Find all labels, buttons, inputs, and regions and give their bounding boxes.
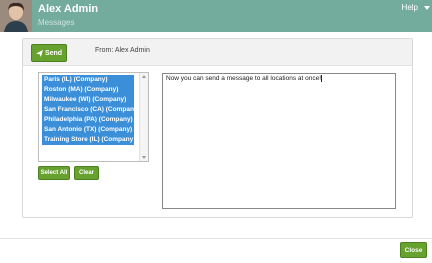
list-item[interactable]: Milwaukee (WI) (Company) xyxy=(42,95,134,105)
list-item[interactable]: Philadelphia (PA) (Company) xyxy=(42,115,134,125)
user-name: Alex Admin xyxy=(38,3,99,15)
send-button-label: Send xyxy=(44,49,63,57)
avatar xyxy=(0,0,32,32)
list-item[interactable]: Paris (IL) (Company) xyxy=(42,75,134,85)
help-link[interactable]: Help xyxy=(402,3,418,12)
message-text: Now you can send a message to all locati… xyxy=(166,75,322,83)
list-item[interactable]: Roston (MA) (Company) xyxy=(42,85,134,95)
app-header: Alex Admin Messages Help xyxy=(0,0,432,32)
scroll-up-icon[interactable] xyxy=(142,75,146,78)
message-card: Send From: Alex Admin Paris (IL) (Compan… xyxy=(22,38,413,218)
list-item[interactable]: San Antonio (TX) (Company) xyxy=(42,125,134,135)
dialog-footer: Close xyxy=(0,238,432,263)
send-button[interactable]: Send xyxy=(31,44,67,62)
from-label: From: Alex Admin xyxy=(95,47,150,54)
card-toolbar: Send From: Alex Admin xyxy=(23,39,412,66)
list-scrollbar[interactable] xyxy=(139,73,148,161)
send-icon xyxy=(35,49,43,57)
list-item[interactable]: Training Store (IL) (Company xyxy=(42,135,134,145)
user-photo-icon xyxy=(0,0,32,32)
page-subtitle: Messages xyxy=(38,18,75,27)
locations-listbox[interactable]: Paris (IL) (Company) Roston (MA) (Compan… xyxy=(38,72,149,162)
scroll-down-icon[interactable] xyxy=(142,156,146,159)
select-all-button[interactable]: Select All xyxy=(38,166,70,180)
close-button[interactable]: Close xyxy=(400,242,427,258)
message-textarea[interactable]: Now you can send a message to all locati… xyxy=(162,73,396,209)
clear-button[interactable]: Clear xyxy=(74,166,99,180)
locations-list: Paris (IL) (Company) Roston (MA) (Compan… xyxy=(42,75,134,145)
text-cursor xyxy=(321,75,323,82)
list-item[interactable]: San Francisco (CA) (Company xyxy=(42,105,134,115)
chevron-down-icon[interactable] xyxy=(424,6,430,10)
